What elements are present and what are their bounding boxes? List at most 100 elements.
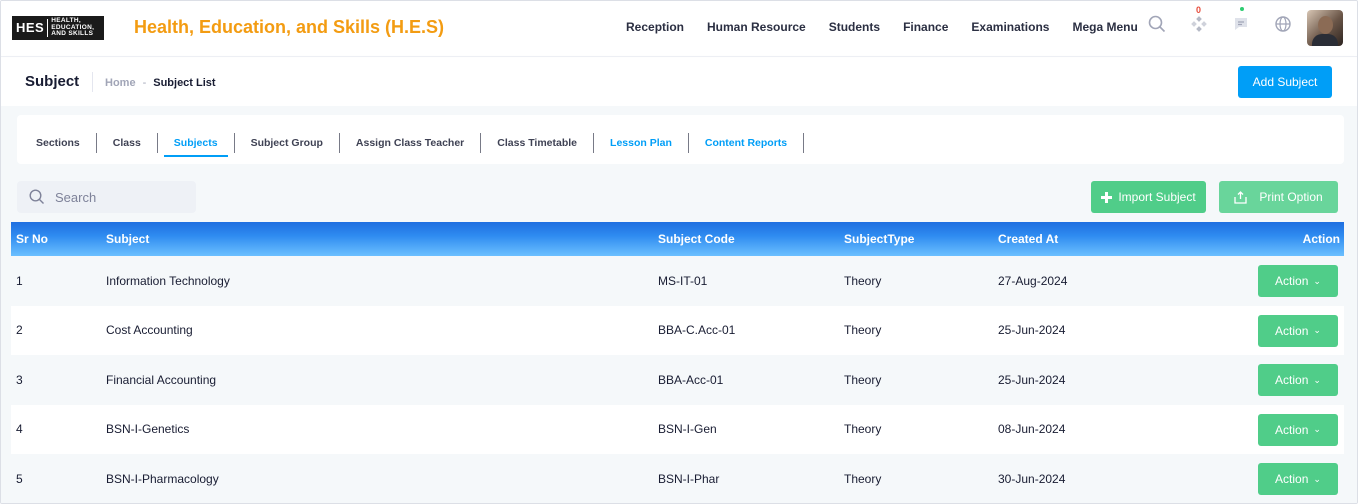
tab-divider bbox=[687, 133, 689, 153]
title-divider bbox=[92, 72, 93, 92]
cell-subject-code: BBA-C.Acc-01 bbox=[658, 323, 736, 338]
notification-badge: 0 bbox=[1196, 5, 1202, 15]
top-header: HES HEALTH, EDUCATION, AND SKILLS Health… bbox=[1, 1, 1357, 57]
globe-icon[interactable] bbox=[1272, 13, 1294, 35]
cell-sr-no: 2 bbox=[16, 323, 23, 338]
cell-subject-code: MS-IT-01 bbox=[658, 273, 708, 288]
column-header-subject-code[interactable]: Subject Code bbox=[658, 232, 735, 246]
cell-subject-type: Theory bbox=[844, 323, 882, 338]
table-row: 4 BSN-I-Genetics BSN-I-Gen Theory 08-Jun… bbox=[11, 404, 1344, 454]
cell-subject-type: Theory bbox=[844, 471, 882, 486]
row-action-label: Action bbox=[1275, 472, 1309, 486]
logo-line: AND SKILLS bbox=[51, 30, 94, 38]
column-header-subject-type[interactable]: SubjectType bbox=[844, 232, 914, 246]
module-tabs: Sections Class Subjects Subject Group As… bbox=[36, 129, 820, 157]
search-input[interactable] bbox=[55, 189, 175, 205]
search-icon[interactable] bbox=[1146, 13, 1168, 35]
chevron-down-icon: ⌄ bbox=[1313, 374, 1321, 385]
tab-divider bbox=[233, 133, 235, 153]
import-subject-button[interactable]: Import Subject bbox=[1091, 181, 1206, 213]
nav-examinations[interactable]: Examinations bbox=[971, 20, 1049, 34]
row-action-button[interactable]: Action ⌄ bbox=[1258, 265, 1338, 297]
top-nav: Reception Human Resource Students Financ… bbox=[626, 20, 1161, 34]
nav-human-resource[interactable]: Human Resource bbox=[707, 20, 806, 34]
tab-lesson-plan[interactable]: Lesson Plan bbox=[610, 129, 672, 157]
cell-subject-code: BSN-I-Gen bbox=[658, 422, 717, 437]
row-action-button[interactable]: Action ⌄ bbox=[1258, 413, 1338, 446]
avatar-body bbox=[1312, 34, 1338, 46]
plus-icon bbox=[1101, 191, 1113, 203]
chevron-down-icon: ⌄ bbox=[1313, 325, 1321, 335]
cell-subject: Financial Accounting bbox=[106, 372, 217, 387]
cell-created-at: 27-Aug-2024 bbox=[998, 273, 1068, 288]
avatar[interactable] bbox=[1307, 10, 1343, 46]
nav-finance[interactable]: Finance bbox=[903, 20, 948, 34]
row-action-button[interactable]: Action ⌄ bbox=[1258, 364, 1338, 396]
tab-divider bbox=[95, 133, 97, 153]
tab-class[interactable]: Class bbox=[113, 129, 141, 157]
cell-subject-type: Theory bbox=[844, 273, 882, 288]
cell-subject-type: Theory bbox=[844, 372, 882, 387]
row-action-label: Action bbox=[1275, 422, 1309, 437]
cell-subject: Information Technology bbox=[106, 273, 230, 288]
row-action-label: Action bbox=[1275, 274, 1309, 288]
cell-subject-code: BBA-Acc-01 bbox=[658, 372, 724, 387]
cell-subject: BSN-I-Pharmacology bbox=[106, 471, 219, 486]
cell-subject-type: Theory bbox=[844, 422, 882, 437]
tab-sections[interactable]: Sections bbox=[36, 129, 80, 157]
tab-divider bbox=[593, 133, 595, 153]
print-option-button[interactable]: Print Option bbox=[1219, 181, 1338, 213]
online-dot bbox=[1240, 7, 1244, 11]
cell-sr-no: 4 bbox=[16, 422, 23, 437]
cell-subject: Cost Accounting bbox=[106, 323, 193, 338]
table-row: 3 Financial Accounting BBA-Acc-01 Theory… bbox=[11, 355, 1344, 405]
page-toolbar: Subject Home - Subject List Add Subject bbox=[1, 58, 1357, 106]
cell-created-at: 25-Jun-2024 bbox=[998, 372, 1066, 387]
add-subject-button[interactable]: Add Subject bbox=[1238, 66, 1332, 98]
tab-subject-group[interactable]: Subject Group bbox=[251, 129, 323, 157]
row-action-label: Action bbox=[1275, 323, 1309, 338]
cell-subject-code: BSN-I-Phar bbox=[658, 471, 720, 486]
tab-class-timetable[interactable]: Class Timetable bbox=[497, 129, 577, 157]
apps-icon[interactable]: 0 bbox=[1188, 5, 1210, 35]
row-action-label: Action bbox=[1275, 373, 1309, 387]
row-action-button[interactable]: Action ⌄ bbox=[1258, 463, 1338, 495]
nav-reception[interactable]: Reception bbox=[626, 20, 684, 34]
search-icon bbox=[29, 189, 44, 204]
nav-students[interactable]: Students bbox=[829, 20, 880, 34]
cell-sr-no: 3 bbox=[16, 372, 23, 387]
avatar-head bbox=[1318, 16, 1333, 34]
logo-mark: HES bbox=[15, 19, 49, 37]
tab-assign-class-teacher[interactable]: Assign Class Teacher bbox=[356, 129, 464, 157]
cell-created-at: 25-Jun-2024 bbox=[998, 323, 1066, 338]
column-header-sr-no[interactable]: Sr No bbox=[16, 232, 48, 246]
page-title: Subject bbox=[25, 73, 80, 90]
tab-divider bbox=[480, 133, 482, 153]
print-option-label: Print Option bbox=[1259, 190, 1323, 204]
chevron-down-icon: ⌄ bbox=[1313, 275, 1321, 286]
breadcrumb-current: Subject List bbox=[153, 77, 216, 89]
logo[interactable]: HES HEALTH, EDUCATION, AND SKILLS bbox=[12, 16, 104, 40]
cell-created-at: 30-Jun-2024 bbox=[998, 471, 1066, 486]
import-subject-label: Import Subject bbox=[1118, 190, 1196, 204]
tab-divider bbox=[338, 133, 340, 153]
cell-subject: BSN-I-Genetics bbox=[106, 422, 190, 437]
tab-divider bbox=[156, 133, 158, 153]
breadcrumb-home[interactable]: Home bbox=[105, 77, 136, 89]
table-header: Sr No Subject Subject Code SubjectType C… bbox=[11, 222, 1344, 256]
app-window: HES HEALTH, EDUCATION, AND SKILLS Health… bbox=[0, 0, 1358, 504]
column-header-subject[interactable]: Subject bbox=[106, 232, 149, 246]
breadcrumb: Home - Subject List bbox=[105, 77, 216, 89]
tabs-card: Sections Class Subjects Subject Group As… bbox=[17, 115, 1344, 164]
search-box[interactable] bbox=[17, 181, 196, 213]
nav-mega-menu[interactable]: Mega Menu bbox=[1072, 20, 1137, 34]
row-action-button[interactable]: Action ⌄ bbox=[1258, 314, 1338, 347]
tab-subjects[interactable]: Subjects bbox=[163, 129, 228, 157]
chat-icon[interactable] bbox=[1230, 7, 1252, 35]
subject-table: Sr No Subject Subject Code SubjectType C… bbox=[11, 222, 1344, 503]
top-icons: 0 bbox=[1146, 5, 1314, 35]
column-header-created-at[interactable]: Created At bbox=[998, 232, 1058, 246]
cell-created-at: 08-Jun-2024 bbox=[998, 422, 1066, 437]
tab-content-reports[interactable]: Content Reports bbox=[705, 129, 787, 157]
table-row: 5 BSN-I-Pharmacology BSN-I-Phar Theory 3… bbox=[11, 454, 1344, 503]
